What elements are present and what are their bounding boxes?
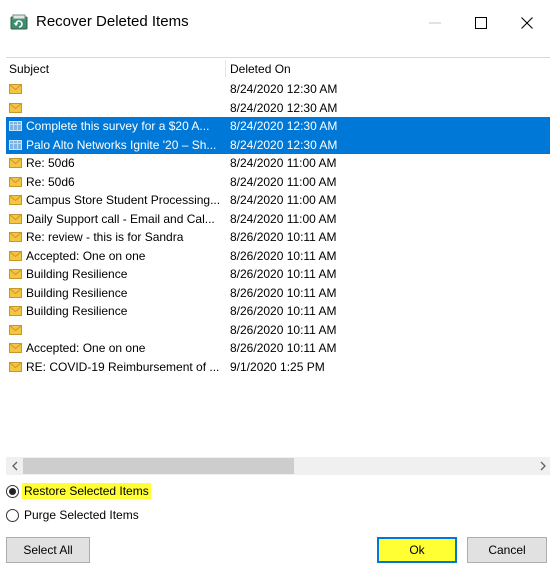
close-button[interactable]: [504, 0, 550, 46]
row-subject: Accepted: One on one: [26, 341, 146, 355]
deleted-items-list[interactable]: Subject Deleted On 8/24/2020 12:30 AM 8/2…: [6, 57, 550, 475]
row-subject: Palo Alto Networks Ignite '20 – Sh...: [26, 137, 217, 152]
envelope-icon: [9, 102, 22, 113]
envelope-icon: [9, 195, 22, 205]
row-deleted-on: 8/26/2020 10:11 AM: [230, 248, 337, 263]
row-deleted-on: 8/24/2020 11:00 AM: [230, 193, 337, 207]
row-deleted-on: 8/24/2020 11:00 AM: [230, 174, 337, 189]
ok-button[interactable]: Ok: [377, 537, 457, 563]
chevron-right-icon: [540, 461, 546, 471]
envelope-icon: [9, 343, 22, 353]
column-separator[interactable]: [225, 60, 226, 77]
row-deleted-on: 8/26/2020 10:11 AM: [230, 230, 337, 244]
row-subject: Building Resilience: [26, 267, 128, 281]
table-row[interactable]: Building Resilience 8/26/2020 10:11 AM: [6, 302, 550, 321]
row-deleted-on: 8/24/2020 11:00 AM: [230, 211, 337, 226]
restore-option[interactable]: Restore Selected Items: [6, 482, 151, 500]
purge-radio[interactable]: [6, 508, 19, 522]
table-row[interactable]: 8/26/2020 10:11 AM: [6, 321, 550, 340]
minimize-button[interactable]: [412, 0, 458, 46]
maximize-icon: [475, 17, 487, 29]
envelope-icon: [9, 213, 22, 224]
envelope-icon: [9, 250, 22, 261]
row-deleted-on: 8/26/2020 10:11 AM: [230, 267, 337, 281]
table-row[interactable]: Re: review - this is for Sandra 8/26/2020…: [6, 228, 550, 247]
row-deleted-on: 8/26/2020 10:11 AM: [230, 341, 337, 355]
row-deleted-on: 8/26/2020 10:11 AM: [230, 322, 337, 337]
close-icon: [521, 17, 533, 29]
meeting-request-icon: [9, 121, 22, 131]
column-header-subject[interactable]: Subject: [9, 62, 49, 76]
row-subject: Accepted: One on one: [26, 248, 146, 263]
envelope-icon: [9, 287, 22, 298]
row-deleted-on: 8/26/2020 10:11 AM: [230, 285, 337, 300]
scroll-thumb[interactable]: [23, 458, 294, 474]
envelope-icon: [9, 324, 22, 335]
scroll-left-button[interactable]: [6, 457, 23, 475]
envelope-icon: [9, 84, 22, 94]
envelope-icon: [9, 158, 22, 168]
row-subject: RE: COVID-19 Reimbursement of ...: [26, 359, 220, 374]
chevron-left-icon: [11, 461, 17, 471]
purge-label[interactable]: Purge Selected Items: [22, 507, 141, 523]
table-row[interactable]: 8/24/2020 12:30 AM: [6, 99, 550, 118]
envelope-icon: [9, 306, 22, 316]
envelope-icon: [9, 361, 22, 372]
table-row[interactable]: Campus Store Student Processing... 8/24/2…: [6, 191, 550, 210]
table-row[interactable]: Accepted: One on one 8/26/2020 10:11 AM: [6, 339, 550, 358]
row-deleted-on: 8/24/2020 12:30 AM: [230, 100, 338, 115]
table-row[interactable]: Daily Support call - Email and Cal... 8/2…: [6, 210, 550, 229]
purge-option[interactable]: Purge Selected Items: [6, 506, 141, 524]
row-deleted-on: 8/24/2020 12:30 AM: [230, 137, 338, 152]
select-all-button[interactable]: Select All: [6, 537, 90, 563]
row-deleted-on: 8/26/2020 10:11 AM: [230, 304, 337, 318]
row-subject: Re: 50d6: [26, 156, 75, 170]
row-subject: Building Resilience: [26, 304, 128, 318]
title-bar: Recover Deleted Items: [0, 0, 550, 46]
table-row[interactable]: Palo Alto Networks Ignite '20 – Sh... 8/2…: [6, 135, 550, 154]
row-subject: Complete this survey for a $20 A...: [26, 119, 210, 133]
table-row[interactable]: Accepted: One on one 8/26/2020 10:11 AM: [6, 247, 550, 266]
restore-radio[interactable]: [6, 484, 19, 498]
column-header-deleted-on[interactable]: Deleted On: [230, 62, 291, 76]
row-deleted-on: 8/24/2020 12:30 AM: [230, 119, 338, 133]
maximize-button[interactable]: [458, 0, 504, 46]
row-subject: Building Resilience: [26, 285, 128, 300]
list-rows: 8/24/2020 12:30 AM 8/24/2020 12:30 AM Comp…: [6, 80, 550, 376]
envelope-icon: [9, 232, 22, 242]
horizontal-scrollbar[interactable]: [6, 457, 550, 475]
table-row[interactable]: Re: 50d6 8/24/2020 11:00 AM: [6, 154, 550, 173]
row-deleted-on: 8/24/2020 11:00 AM: [230, 156, 337, 170]
minimize-icon: [429, 22, 441, 24]
row-subject: Campus Store Student Processing...: [26, 193, 221, 207]
table-row[interactable]: 8/24/2020 12:30 AM: [6, 80, 550, 99]
window-title: Recover Deleted Items: [36, 13, 189, 30]
row-deleted-on: 8/24/2020 12:30 AM: [230, 82, 338, 96]
row-subject: Re: review - this is for Sandra: [26, 230, 184, 244]
row-subject: Daily Support call - Email and Cal...: [26, 211, 215, 226]
recover-items-icon: [10, 14, 28, 30]
restore-label[interactable]: Restore Selected Items: [22, 483, 151, 499]
envelope-icon: [9, 269, 22, 279]
table-row[interactable]: Complete this survey for a $20 A... 8/24/…: [6, 117, 550, 136]
row-subject: Re: 50d6: [26, 174, 75, 189]
cancel-button[interactable]: Cancel: [467, 537, 547, 563]
table-row[interactable]: Building Resilience 8/26/2020 10:11 AM: [6, 265, 550, 284]
row-deleted-on: 9/1/2020 1:25 PM: [230, 359, 325, 374]
table-row[interactable]: RE: COVID-19 Reimbursement of ... 9/1/202…: [6, 358, 550, 377]
scroll-right-button[interactable]: [534, 457, 550, 475]
meeting-request-icon: [9, 139, 22, 150]
table-row[interactable]: Building Resilience 8/26/2020 10:11 AM: [6, 284, 550, 303]
envelope-icon: [9, 176, 22, 187]
list-header: Subject Deleted On: [6, 58, 550, 80]
table-row[interactable]: Re: 50d6 8/24/2020 11:00 AM: [6, 173, 550, 192]
